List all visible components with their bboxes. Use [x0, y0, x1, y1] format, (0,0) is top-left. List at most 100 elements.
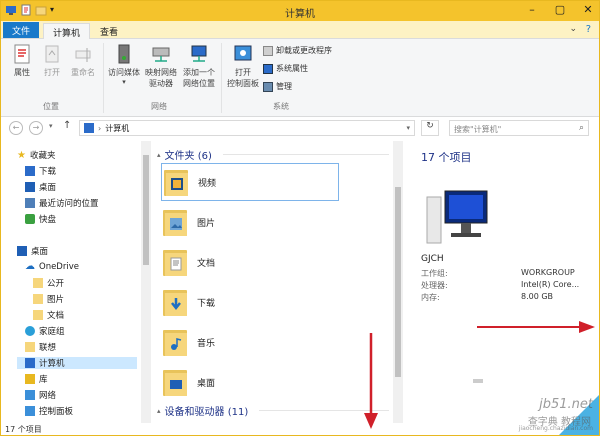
workgroup-value: WORKGROUP [521, 268, 575, 277]
manage-icon [263, 81, 273, 92]
homegroup-icon [25, 326, 35, 336]
nav-scrollbar[interactable] [141, 141, 151, 423]
nav-downloads-label: 下载 [39, 167, 57, 177]
folder-label: 音乐 [197, 338, 216, 349]
recent-places-icon [25, 198, 35, 208]
nav-recent-label: 最近访问的位置 [39, 199, 99, 209]
rename-icon [75, 48, 91, 62]
up-button[interactable]: ↑ [63, 120, 71, 131]
computer-name: GJCH [421, 254, 444, 264]
nav-quick[interactable]: 快盘 [25, 213, 56, 225]
ribbon-tabs: 文件 计算机 查看 ? ⌄ [1, 21, 599, 39]
nav-control-panel-label: 控制面板 [39, 407, 74, 417]
downloads-folder-icon [161, 287, 189, 317]
nav-onedrive[interactable]: ☁ OneDrive [25, 261, 79, 272]
map-drive-label: 映射网络 [145, 68, 177, 77]
nav-favorites[interactable]: ★ 收藏夹 [17, 149, 55, 162]
tab-file[interactable]: 文件 [3, 22, 40, 38]
devices-section-header[interactable]: ▴ 设备和驱动器 (11) [157, 403, 248, 419]
refresh-button[interactable]: ↻ [421, 120, 439, 136]
folder-pictures[interactable]: 图片 [161, 203, 339, 241]
close-button[interactable]: ✕ [581, 3, 595, 16]
folder-label: 桌面 [197, 378, 216, 389]
tab-computer[interactable]: 计算机 [43, 23, 91, 39]
properties-button[interactable]: 属性 [9, 43, 35, 78]
access-media-button[interactable]: 访问媒体 ▾ [107, 43, 141, 86]
address-bar[interactable]: › 计算机 ▾ [79, 120, 415, 136]
nav-desktop-root[interactable]: 桌面 [17, 245, 48, 257]
open-button[interactable]: 打开 [39, 43, 65, 78]
nav-documents[interactable]: 文档 [33, 309, 64, 321]
nav-lenovo[interactable]: 联想 [25, 341, 56, 353]
expand-ribbon-icon[interactable]: ⌄ [569, 24, 577, 34]
properties-label: 属性 [14, 68, 30, 77]
rename-button[interactable]: 重命名 [69, 43, 97, 78]
open-label: 打开 [44, 68, 60, 77]
recent-locations-icon[interactable]: ▾ [49, 122, 53, 130]
help-icon[interactable]: ? [586, 24, 591, 35]
content-scrollbar[interactable] [393, 141, 403, 423]
nav-homegroup[interactable]: 家庭组 [25, 325, 65, 337]
address-dropdown-icon[interactable]: ▾ [406, 124, 410, 132]
maximize-button[interactable]: ▢ [553, 3, 567, 16]
downloads-icon [25, 166, 35, 176]
memory-label: 内存: [421, 293, 440, 302]
map-network-drive-button[interactable]: 映射网络 驱动器 [143, 43, 179, 89]
nav-desktop[interactable]: 桌面 [25, 181, 56, 193]
rename-label: 重命名 [71, 68, 95, 77]
network-location-icon [191, 45, 207, 62]
search-placeholder: 搜索"计算机" [454, 125, 502, 134]
system-properties-button[interactable]: 系统属性 [263, 63, 308, 74]
nav-downloads[interactable]: 下载 [25, 165, 56, 177]
manage-button[interactable]: 管理 [263, 81, 292, 92]
add-network-location-button[interactable]: 添加一个 网络位置 [181, 43, 217, 89]
back-button[interactable]: ← [9, 121, 23, 135]
nav-libraries-label: 库 [39, 375, 48, 385]
map-drive-label-2: 驱动器 [149, 79, 173, 88]
nav-computer[interactable]: 计算机 [17, 357, 137, 369]
forward-button[interactable]: → [29, 121, 43, 135]
watermark: jb51.net 查字典 教程网 jiaocheng.chazidian.com [439, 395, 599, 435]
system-group-label: 系统 [273, 102, 289, 111]
window-controls: – ▢ ✕ [525, 3, 595, 16]
nav-scroll-thumb[interactable] [143, 155, 149, 265]
folder-music[interactable]: 音乐 [161, 323, 339, 361]
folder-icon [33, 310, 43, 320]
folder-downloads[interactable]: 下载 [161, 283, 339, 321]
folder-documents[interactable]: 文档 [161, 243, 339, 281]
properties-icon [14, 44, 30, 64]
nav-control-panel[interactable]: 控制面板 [25, 405, 73, 417]
breadcrumb-separator: › [98, 123, 102, 133]
folders-header-label: 文件夹 (6) [164, 151, 212, 162]
processor-label: 处理器: [421, 281, 448, 290]
documents-folder-icon [161, 247, 189, 277]
search-input[interactable]: 搜索"计算机" ⌕ [449, 120, 589, 136]
nav-network[interactable]: 网络 [25, 389, 56, 401]
nav-public[interactable]: 公开 [33, 277, 64, 289]
open-control-panel-label: 打开 [235, 68, 251, 77]
minimize-button[interactable]: – [525, 3, 539, 16]
content-scroll-thumb[interactable] [395, 187, 401, 377]
network-group-label: 网络 [151, 102, 167, 111]
collapse-icon[interactable]: ▴ [157, 151, 161, 159]
nav-recent[interactable]: 最近访问的位置 [25, 197, 99, 209]
collapse-icon[interactable]: ▴ [157, 407, 161, 415]
uninstall-label: 卸载或更改程序 [276, 46, 332, 55]
user-folder-icon [25, 342, 35, 352]
control-panel-icon [234, 45, 252, 61]
address-bar-row: ← → ▾ ↑ › 计算机 ▾ ↻ 搜索"计算机" ⌕ [1, 117, 599, 139]
library-icon [25, 374, 35, 384]
open-control-panel-button[interactable]: 打开 控制面板 [225, 43, 261, 89]
nav-pictures[interactable]: 图片 [33, 293, 64, 305]
breadcrumb-computer[interactable]: 计算机 [105, 123, 129, 134]
computer-icon [84, 123, 94, 133]
folder-label: 下载 [197, 298, 216, 309]
tab-view[interactable]: 查看 [91, 23, 127, 39]
nav-libraries[interactable]: 库 [25, 373, 48, 385]
folder-desktop[interactable]: 桌面 [161, 363, 339, 401]
folders-section-header[interactable]: ▴ 文件夹 (6) [157, 147, 212, 163]
uninstall-program-button[interactable]: 卸载或更改程序 [263, 45, 332, 56]
nav-network-label: 网络 [39, 391, 57, 401]
details-pane: 17 个项目 GJCH 工作组: WORKGROUP 处理器: Intel(R)… [411, 141, 599, 423]
folder-videos[interactable]: 视频 [161, 163, 339, 201]
